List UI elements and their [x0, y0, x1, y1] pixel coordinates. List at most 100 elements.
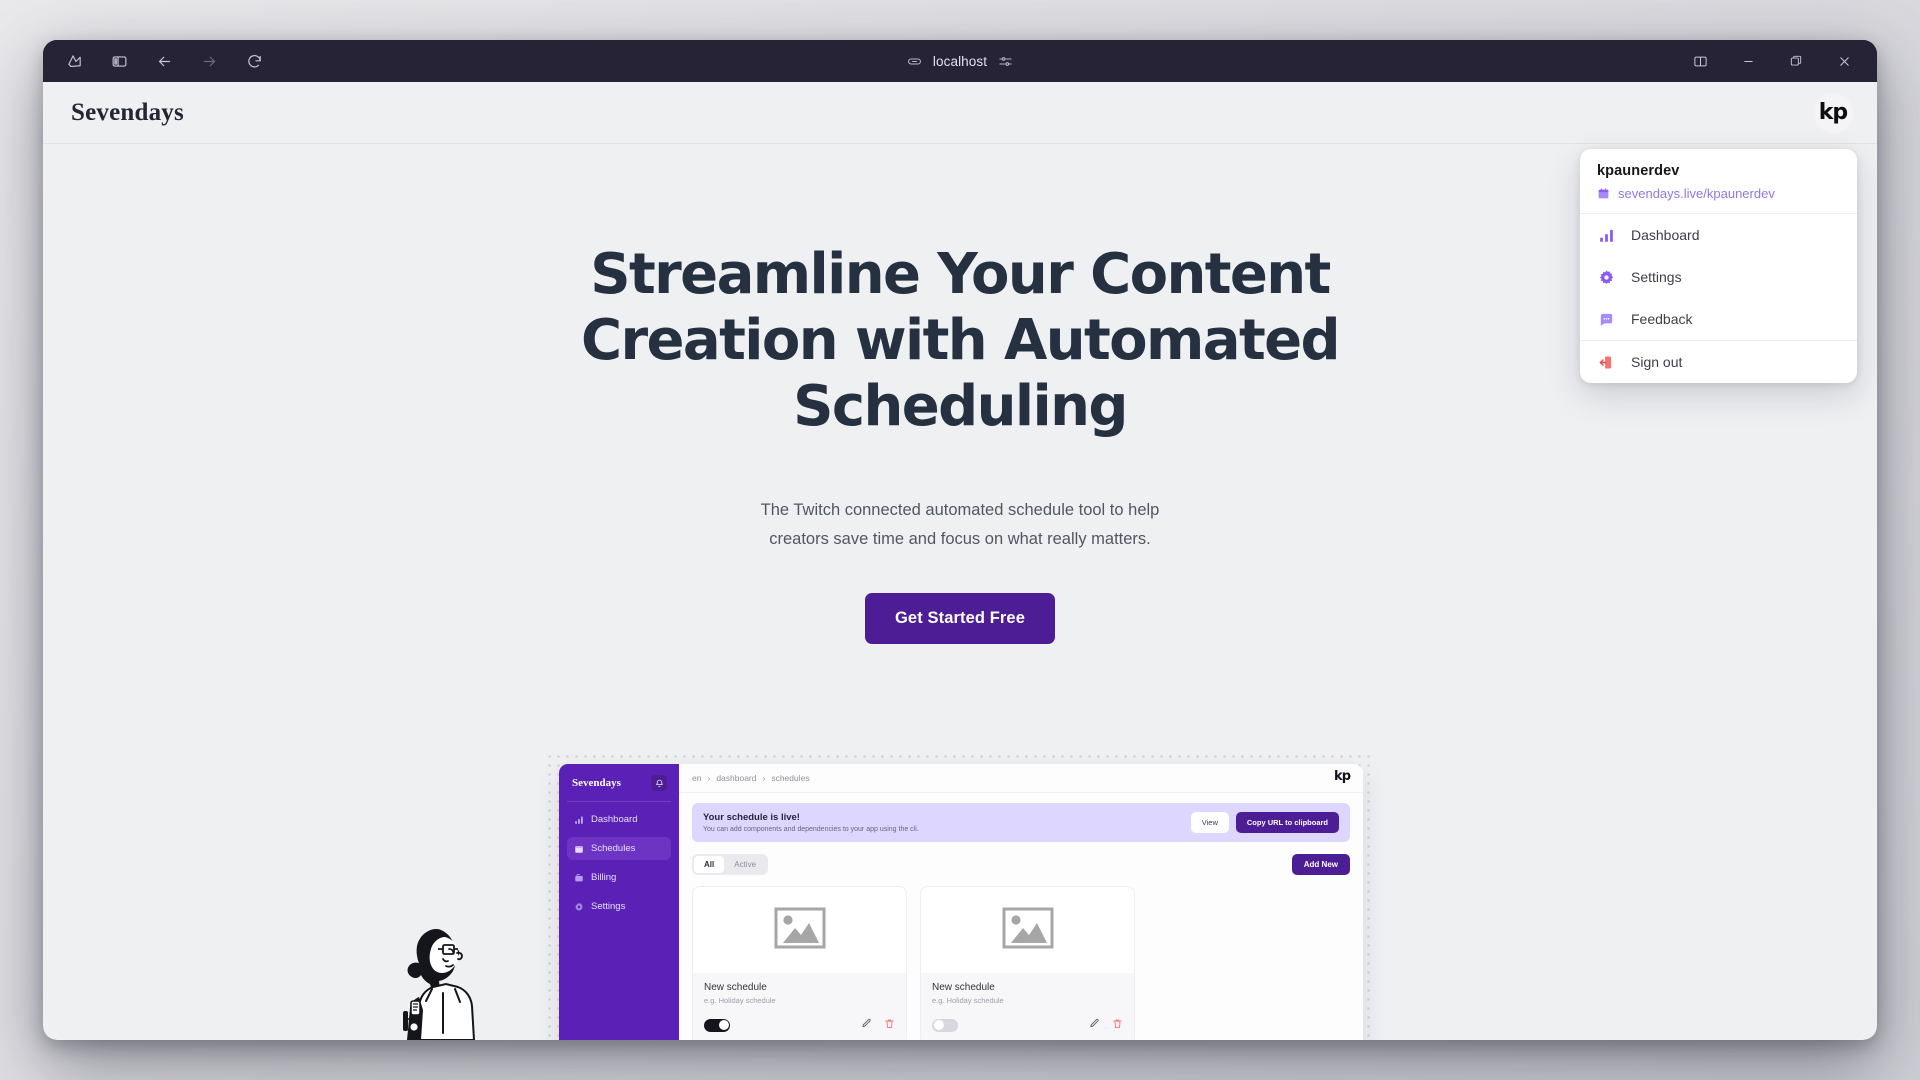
mock-toolbar: All Active Add New [692, 854, 1350, 875]
window-controls [1687, 48, 1865, 74]
mock-logo: kp [1334, 769, 1351, 784]
person-with-backpack-illustration [383, 915, 503, 1040]
maximize-button[interactable] [1783, 48, 1809, 74]
breadcrumb-item-dashboard[interactable]: dashboard [716, 773, 756, 783]
toolbar-left-controls [55, 48, 267, 74]
minimize-button[interactable] [1735, 48, 1761, 74]
mock-nav-label: Dashboard [591, 814, 638, 825]
toggle-knob [718, 1020, 729, 1030]
card-image [921, 887, 1134, 973]
card-actions [861, 1016, 895, 1034]
banner-actions: View Copy URL to clipboard [1190, 812, 1339, 833]
mock-sidebar-header: Sevendays [567, 773, 671, 802]
mock-content: Your schedule is live! You can add compo… [679, 793, 1363, 1040]
dropdown-profile-url[interactable]: sevendays.live/kpaunerdev [1597, 186, 1840, 201]
banner-title: Your schedule is live! [703, 812, 800, 823]
hero-subtitle: The Twitch connected automated schedule … [760, 501, 1160, 548]
get-started-button[interactable]: Get Started Free [865, 592, 1055, 644]
gear-icon [573, 901, 584, 912]
schedule-toggle[interactable] [932, 1018, 958, 1032]
schedule-card[interactable]: New schedule e.g. Holiday schedule [920, 886, 1135, 1040]
dropdown-username: kpaunerdev [1597, 163, 1680, 179]
card-body: New schedule e.g. Holiday schedule [693, 973, 906, 1040]
site-header: Sevendays kp [43, 82, 1877, 144]
tab-active[interactable]: Active [724, 856, 766, 873]
card-actions [1089, 1016, 1123, 1034]
banner-text: Your schedule is live! You can add compo… [703, 812, 919, 833]
mock-nav-settings[interactable]: Settings [567, 895, 671, 918]
product-preview: Sevendays Dashboard Schedules Billing Se… [545, 752, 1375, 1040]
view-button[interactable]: View [1190, 812, 1229, 833]
bell-icon[interactable] [651, 775, 667, 791]
reload-button[interactable] [241, 48, 267, 74]
app-mock-window: Sevendays Dashboard Schedules Billing Se… [559, 764, 1363, 1040]
mock-nav-label: Settings [591, 901, 626, 912]
dropdown-url-text: sevendays.live/kpaunerdev [1618, 186, 1775, 201]
bar-chart-icon [573, 814, 584, 825]
user-dropdown-menu: kpaunerdev sevendays.live/kpaunerdev Das… [1580, 149, 1857, 383]
schedule-cards: New schedule e.g. Holiday schedule New s… [692, 886, 1350, 1040]
dropdown-item-label: Dashboard [1631, 227, 1700, 243]
split-view-icon[interactable] [1687, 48, 1713, 74]
card-image [693, 887, 906, 973]
mock-nav-schedules[interactable]: Schedules [567, 837, 671, 860]
app-logo-icon[interactable] [61, 48, 87, 74]
browser-address-bar[interactable]: localhost [43, 54, 1877, 69]
toggle-knob [933, 1020, 944, 1030]
user-avatar[interactable]: kp [1813, 92, 1853, 133]
breadcrumb-item-en[interactable]: en [692, 773, 701, 783]
add-new-button[interactable]: Add New [1291, 854, 1350, 875]
dropdown-item-sign-out[interactable]: Sign out [1580, 341, 1857, 383]
copy-url-button[interactable]: Copy URL to clipboard [1235, 812, 1339, 833]
pencil-icon[interactable] [1089, 1016, 1100, 1034]
pencil-icon[interactable] [861, 1016, 872, 1034]
card-subtitle: e.g. Holiday schedule [704, 996, 776, 1005]
dropdown-item-label: Settings [1631, 269, 1682, 285]
calendar-icon [573, 843, 584, 854]
dropdown-item-dashboard[interactable]: Dashboard [1580, 214, 1857, 256]
dropdown-item-feedback[interactable]: Feedback [1580, 298, 1857, 340]
dropdown-item-settings[interactable]: Settings [1580, 256, 1857, 298]
mock-nav-label: Billing [591, 872, 617, 883]
schedule-card[interactable]: New schedule e.g. Holiday schedule [692, 886, 907, 1040]
dropdown-item-label: Sign out [1631, 354, 1683, 370]
message-icon [1597, 310, 1615, 328]
page-viewport: Sevendays kp kpaunerdev sevendays.live/k… [43, 82, 1877, 1040]
dropdown-item-label: Feedback [1631, 311, 1693, 327]
browser-titlebar: localhost [43, 40, 1877, 82]
card-title: New schedule [704, 982, 767, 993]
tab-all[interactable]: All [694, 856, 725, 873]
trash-icon[interactable] [1112, 1016, 1123, 1034]
sliders-icon[interactable] [998, 54, 1013, 69]
image-placeholder-icon [1002, 907, 1054, 954]
card-subtitle: e.g. Holiday schedule [932, 996, 1004, 1005]
link-icon [907, 54, 922, 69]
mock-nav-dashboard[interactable]: Dashboard [567, 808, 671, 831]
mock-main: en › dashboard › schedules kp Your sched… [679, 764, 1363, 1040]
page-title: Streamline Your Content Creation with Au… [581, 242, 1341, 440]
mock-brand: Sevendays [572, 777, 621, 789]
card-footer [704, 1016, 895, 1034]
wallet-icon [573, 872, 584, 883]
mock-nav-billing[interactable]: Billing [567, 866, 671, 889]
trash-icon[interactable] [884, 1016, 895, 1034]
gear-icon [1597, 268, 1615, 286]
breadcrumb-item-schedules[interactable]: schedules [771, 773, 809, 783]
url-text: localhost [932, 53, 988, 69]
schedule-toggle[interactable] [704, 1018, 730, 1032]
forward-button[interactable] [196, 48, 222, 74]
sign-out-icon [1597, 353, 1615, 371]
breadcrumb: en › dashboard › schedules kp [679, 764, 1363, 793]
close-button[interactable] [1831, 48, 1857, 74]
filter-tabs: All Active [692, 854, 769, 875]
card-body: New schedule e.g. Holiday schedule [921, 973, 1134, 1040]
card-footer [932, 1016, 1123, 1034]
calendar-icon [1597, 187, 1610, 200]
mock-sidebar: Sevendays Dashboard Schedules Billing Se… [559, 764, 679, 1040]
browser-window: localhost Sevendays kp kpaunerdev sevend… [43, 40, 1877, 1040]
site-brand[interactable]: Sevendays [71, 99, 184, 127]
schedule-live-banner: Your schedule is live! You can add compo… [692, 803, 1350, 842]
sidebar-toggle-icon[interactable] [106, 48, 132, 74]
banner-subtitle: You can add components and dependencies … [703, 826, 919, 833]
back-button[interactable] [151, 48, 177, 74]
